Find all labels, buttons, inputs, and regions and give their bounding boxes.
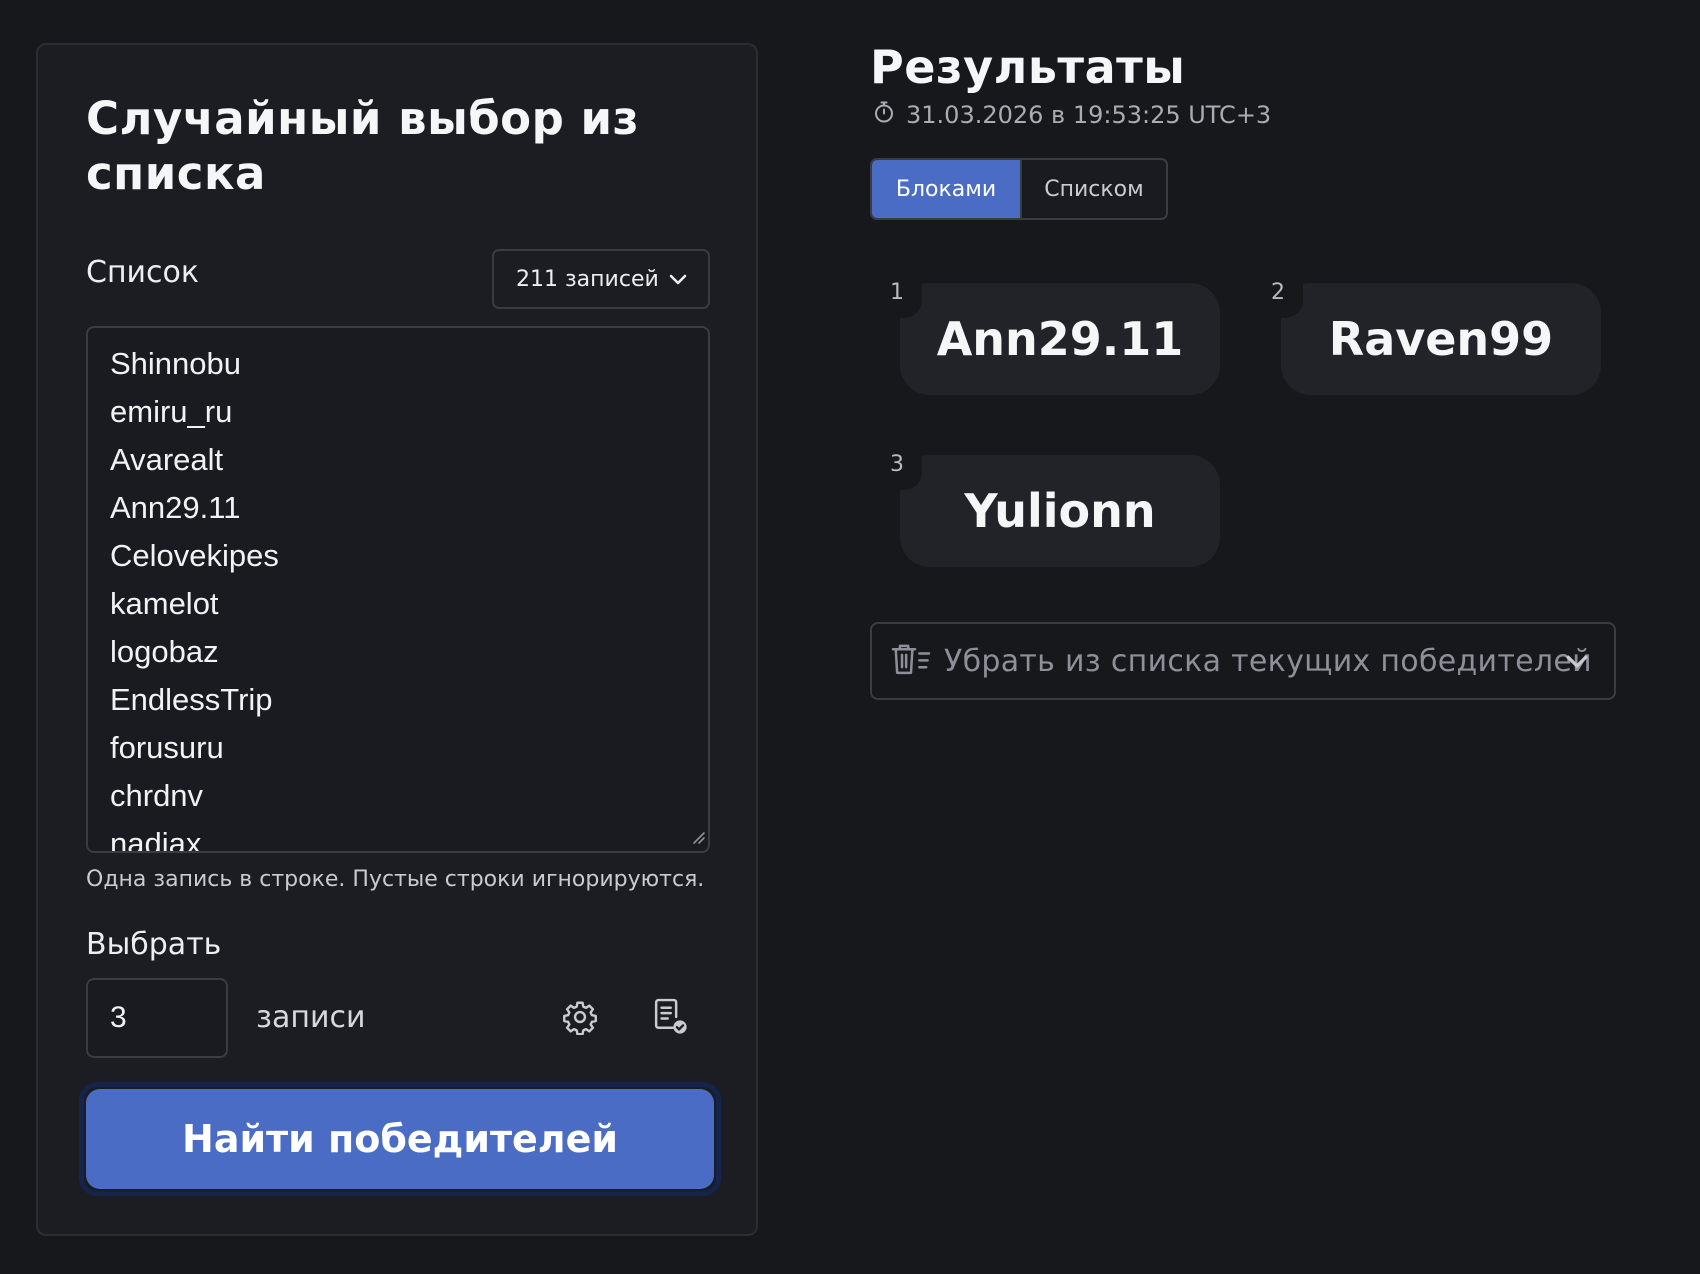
report-check-icon (650, 997, 690, 1041)
list-entry: emiru_ru (110, 394, 233, 429)
pick-count-input[interactable] (86, 978, 228, 1058)
trash-list-icon (890, 641, 932, 681)
list-entry: nadiax (110, 826, 202, 853)
pick-unit-label: записи (256, 1000, 366, 1035)
list-entry: Shinnobu (110, 346, 242, 381)
page: Случайный выбор из списка Список 211 зап… (0, 0, 1700, 1274)
chevron-down-icon (666, 267, 690, 297)
entries-count-label: 211 записей (516, 266, 659, 292)
list-entry: logobaz (110, 634, 219, 669)
winner-rank: 3 (870, 448, 922, 490)
list-entry: kamelot (110, 586, 219, 621)
list-entry: Ann29.11 (110, 490, 241, 525)
winner-rank: 1 (870, 276, 922, 318)
list-entry: chrdnv (110, 778, 204, 813)
view-toggle: Блоками Списком (870, 158, 1168, 220)
results-title: Результаты (870, 40, 1186, 94)
winner-card: Ann29.11 (900, 283, 1220, 395)
report-button[interactable] (648, 997, 692, 1041)
find-winners-button[interactable]: Найти победителей (86, 1089, 714, 1189)
gear-icon (562, 999, 598, 1039)
picker-panel: Случайный выбор из списка Список 211 зап… (36, 43, 758, 1236)
remove-winners-label: Убрать из списка текущих победителей (944, 643, 1592, 679)
winner-rank: 2 (1251, 276, 1303, 318)
resize-grip-icon[interactable] (690, 829, 706, 849)
results-timestamp: 31.03.2026 в 19:53:25 UTC+3 (872, 100, 1271, 130)
winner-card: Yulionn (900, 455, 1220, 567)
entries-count-dropdown[interactable]: 211 записей (492, 249, 710, 309)
list-entry: forusuru (110, 730, 224, 765)
winner-card: Raven99 (1281, 283, 1601, 395)
list-entry: Avarealt (110, 442, 224, 477)
list-hint: Одна запись в строке. Пустые строки игно… (86, 867, 705, 892)
tab-blocks[interactable]: Блоками (872, 160, 1020, 218)
list-label: Список (86, 255, 200, 290)
list-entry: Celovekipes (110, 538, 279, 573)
settings-button[interactable] (558, 997, 602, 1041)
tab-list[interactable]: Списком (1020, 160, 1166, 218)
list-entry: EndlessTrip (110, 682, 273, 717)
chevron-down-icon (1562, 646, 1592, 680)
timestamp-text: 31.03.2026 в 19:53:25 UTC+3 (906, 101, 1272, 129)
entries-textarea[interactable]: Shinnobu emiru_ru Avarealt Ann29.11 Celo… (86, 326, 710, 853)
winner-name: Raven99 (1328, 312, 1554, 366)
pick-label: Выбрать (86, 927, 222, 962)
remove-winners-dropdown[interactable]: Убрать из списка текущих победителей (870, 622, 1616, 700)
winner-name: Ann29.11 (936, 312, 1184, 366)
stopwatch-icon (872, 100, 896, 130)
panel-title: Случайный выбор из списка (86, 92, 640, 200)
winner-name: Yulionn (964, 484, 1156, 538)
